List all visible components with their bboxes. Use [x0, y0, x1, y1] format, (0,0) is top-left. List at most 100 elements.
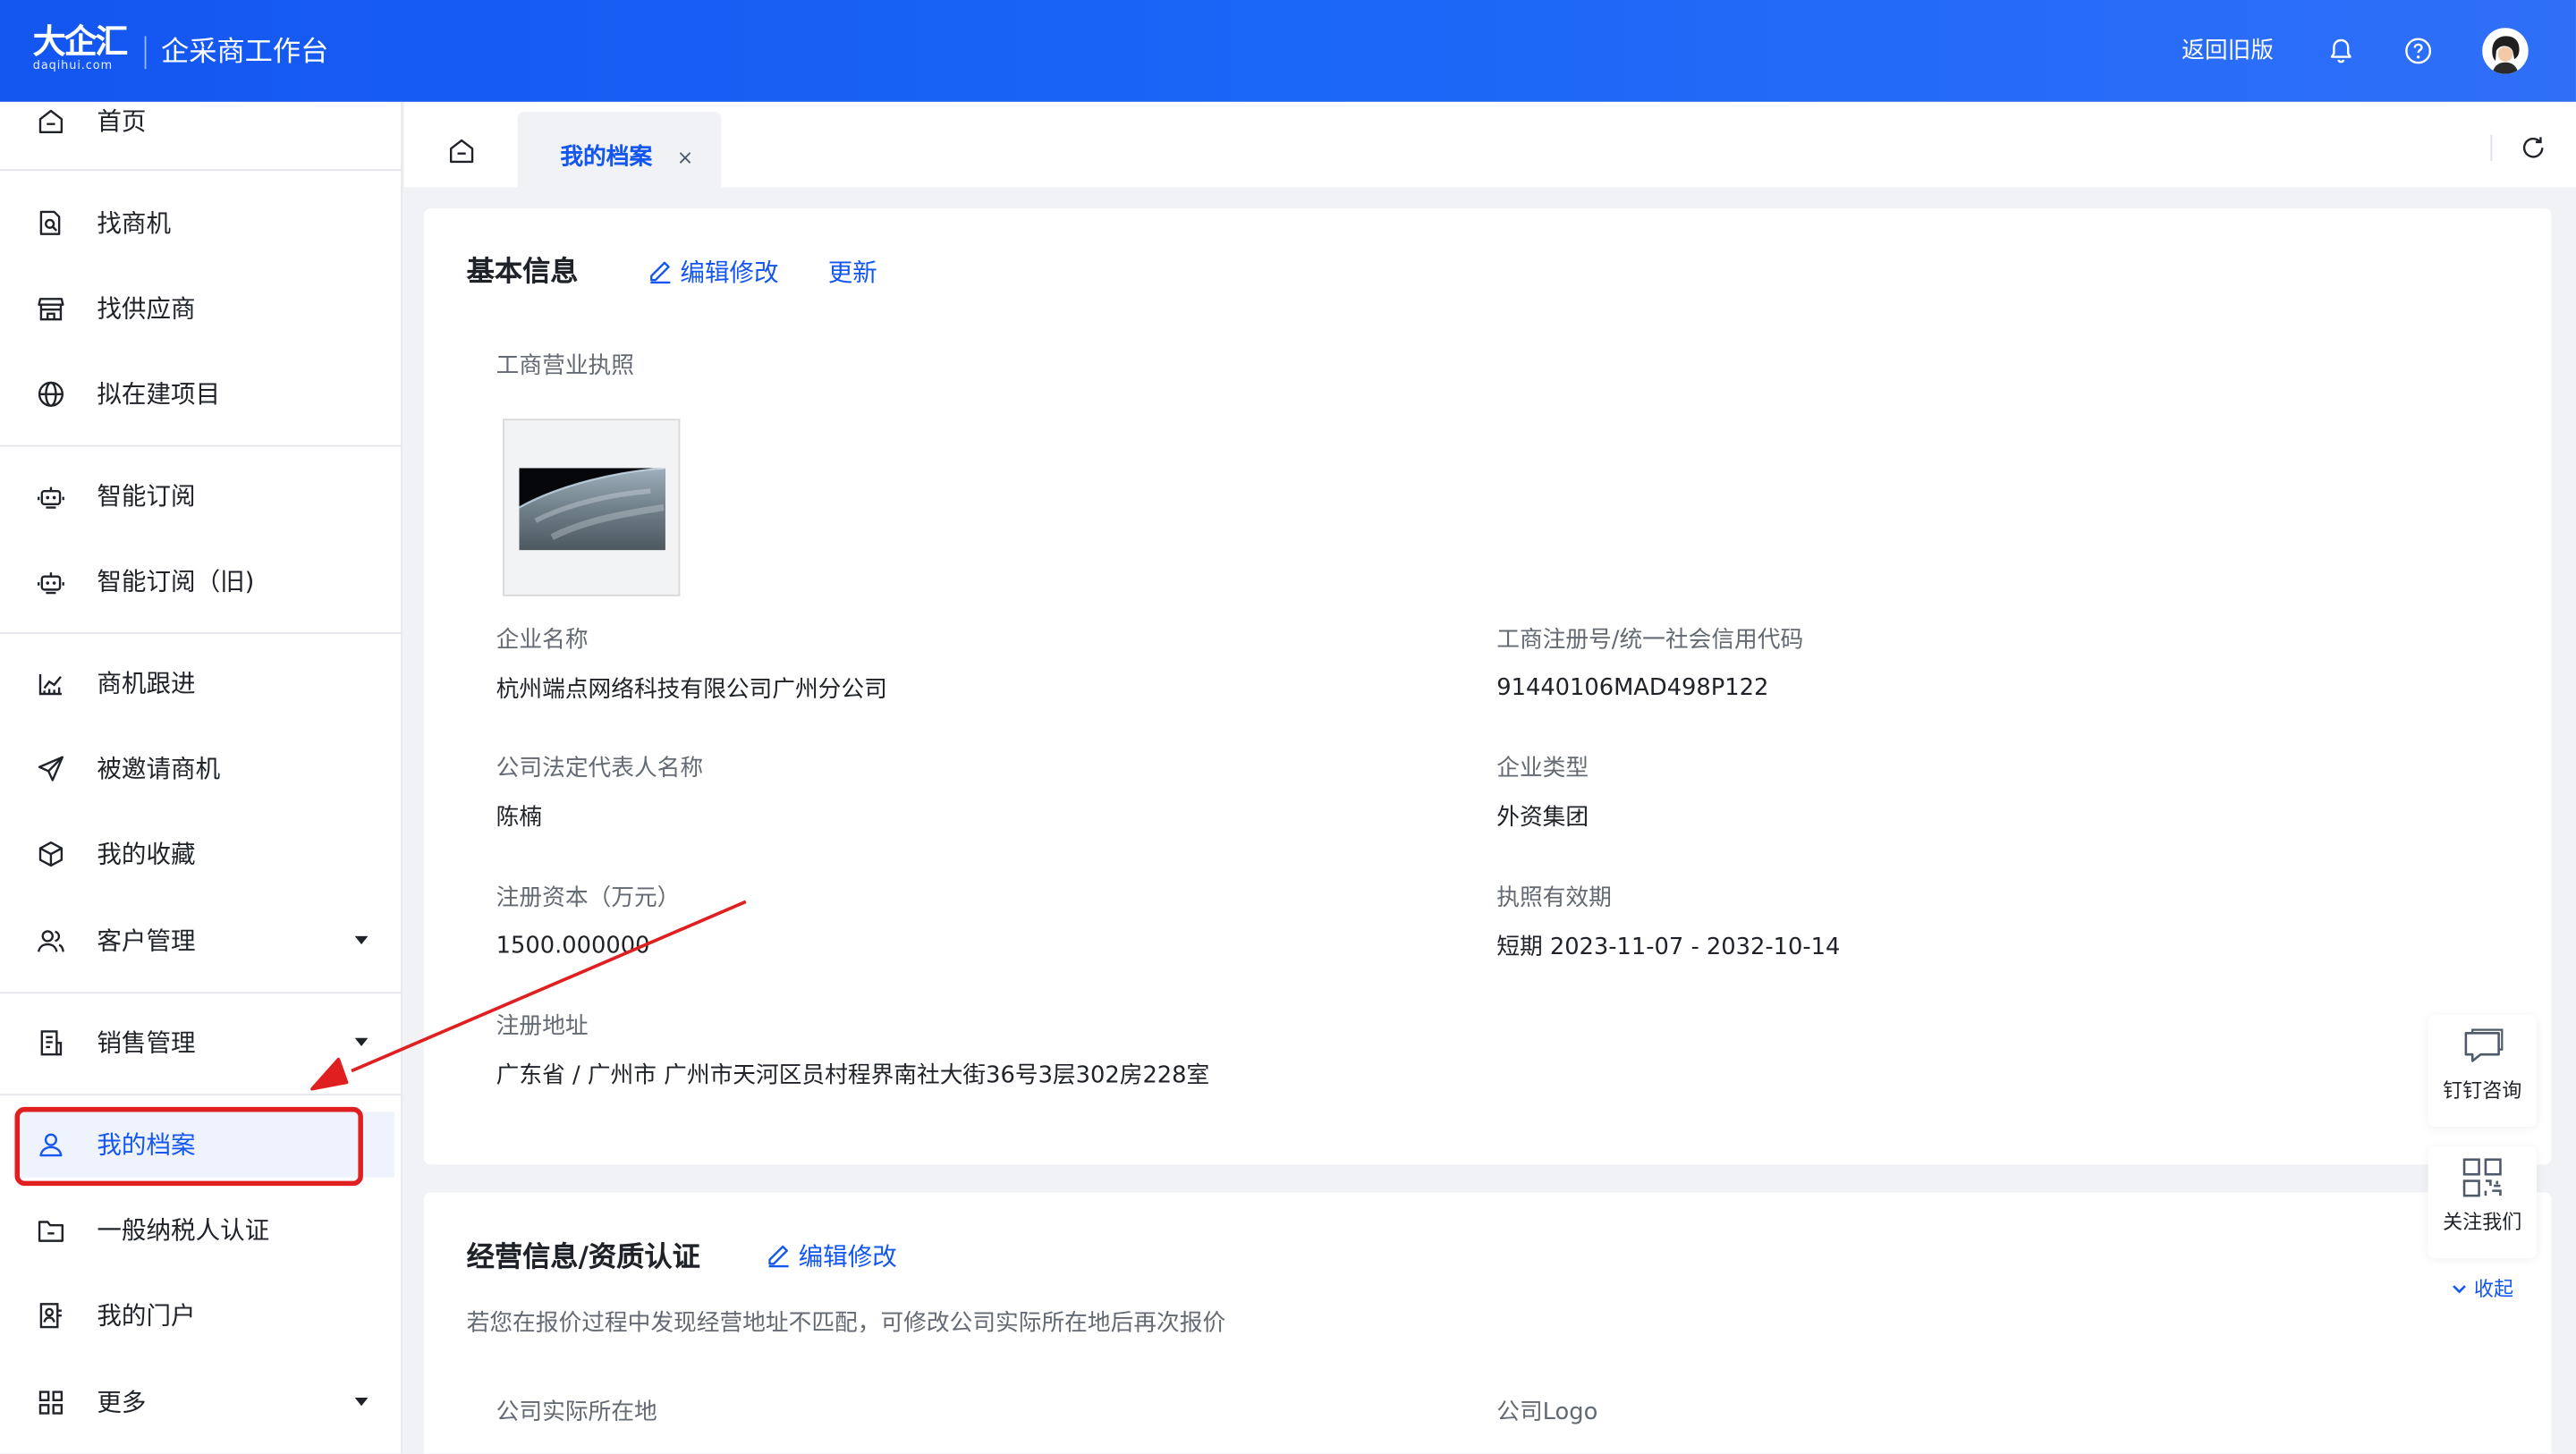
registered-capital-label: 注册资本（万元）: [496, 884, 681, 912]
logo[interactable]: 大企汇 daqihui.com: [33, 23, 129, 79]
sidebar-item-label: 我的门户: [97, 1300, 196, 1331]
follow-us-button[interactable]: 关注我们: [2428, 1146, 2537, 1258]
back-to-old-version-button[interactable]: 返回旧版: [2182, 35, 2274, 68]
dingtalk-label: 钉钉咨询: [2443, 1078, 2522, 1103]
sidebar-divider: [0, 992, 402, 994]
sidebar-item-planned-projects[interactable]: 拟在建项目: [0, 361, 402, 427]
chevron-down-icon: [354, 1398, 369, 1407]
avatar-illustration-icon: [2482, 28, 2529, 74]
registered-address-label: 注册地址: [496, 1013, 589, 1040]
company-name-label: 企业名称: [496, 627, 589, 655]
company-type-value: 外资集团: [1496, 804, 1589, 832]
sidebar-item-more[interactable]: 更多: [0, 1370, 402, 1435]
registration-number-label: 工商注册号/统一社会信用代码: [1496, 627, 1804, 655]
company-logo-label: 公司Logo: [1496, 1399, 1598, 1426]
floating-panel: 钉钉咨询 关注我们 收起: [2428, 1015, 2537, 1311]
license-validity-value: 短期 2023-11-07 - 2032-10-14: [1496, 934, 1841, 961]
help-icon[interactable]: [2403, 36, 2433, 65]
robot-icon: [37, 572, 64, 595]
sidebar-divider: [0, 1094, 402, 1096]
home-tab-icon[interactable]: [447, 136, 477, 165]
top-bar: 大企汇 daqihui.com 企采商工作台 返回旧版: [0, 0, 2576, 102]
collapse-label: 收起: [2473, 1277, 2514, 1301]
sidebar-item-label: 拟在建项目: [97, 379, 221, 410]
sidebar-item-taxpayer-certification[interactable]: 一般纳税人认证: [0, 1197, 402, 1263]
collapse-button[interactable]: 收起: [2428, 1267, 2537, 1311]
portal-icon: [39, 1303, 62, 1329]
close-icon[interactable]: ×: [677, 145, 693, 171]
sidebar-divider: [0, 444, 402, 447]
edit-label: 编辑修改: [798, 1241, 897, 1272]
sidebar-item-label: 客户管理: [97, 926, 196, 956]
sidebar-item-label: 商机跟进: [97, 668, 196, 698]
tab-bar: 我的档案 ×: [403, 101, 2576, 188]
follow-us-label: 关注我们: [2443, 1210, 2522, 1234]
sidebar-item-label: 更多: [97, 1388, 147, 1418]
logo-divider: [144, 36, 147, 70]
tab-label: 我的档案: [560, 144, 653, 172]
avatar[interactable]: [2482, 28, 2529, 74]
sidebar-item-label: 智能订阅: [97, 481, 196, 511]
sidebar: 首页 找商机 找供应商 拟在建项目 智能订阅 智能订阅（旧) 商机跟进 被邀请商…: [0, 101, 402, 1454]
dingtalk-consult-button[interactable]: 钉钉咨询: [2428, 1015, 2537, 1127]
actual-location-label: 公司实际所在地: [496, 1399, 657, 1426]
sidebar-item-label: 我的收藏: [97, 839, 196, 869]
sidebar-item-opportunity-follow[interactable]: 商机跟进: [0, 650, 402, 715]
document-icon: [40, 1030, 63, 1056]
sidebar-item-sales-management[interactable]: 销售管理: [0, 1010, 402, 1076]
sidebar-item-favorites[interactable]: 我的收藏: [0, 821, 402, 886]
refresh-icon[interactable]: [2519, 133, 2548, 163]
sidebar-item-label: 首页: [97, 106, 147, 137]
tab-my-profile[interactable]: 我的档案 ×: [517, 111, 722, 188]
registered-address-value: 广东省 / 广州市 广州市天河区员村程界南社大街36号3层302房228室: [496, 1062, 1210, 1089]
sidebar-item-customer-management[interactable]: 客户管理: [0, 909, 402, 974]
file-search-icon: [39, 210, 61, 235]
qr-code-icon: [2462, 1158, 2502, 1197]
sidebar-item-smart-subscription-old[interactable]: 智能订阅（旧): [0, 548, 402, 613]
folder-icon: [38, 1221, 64, 1242]
business-note: 若您在报价过程中发现经营地址不匹配，可修改公司实际所在地后再次报价: [466, 1310, 1226, 1338]
sidebar-item-label: 智能订阅（旧): [97, 566, 255, 596]
grid-icon: [38, 1391, 64, 1415]
legal-representative-label: 公司法定代表人名称: [496, 755, 704, 782]
robot-icon: [37, 486, 64, 509]
license-label: 工商营业执照: [496, 352, 634, 380]
chat-icon: [2464, 1028, 2504, 1062]
logo-subtext: daqihui.com: [32, 59, 114, 72]
app-title: 企采商工作台: [160, 36, 329, 70]
send-icon: [38, 756, 64, 782]
home-icon: [38, 109, 64, 134]
sidebar-item-label: 销售管理: [97, 1027, 196, 1058]
license-image: [519, 468, 665, 551]
tab-divider: [2490, 134, 2493, 161]
update-button[interactable]: 更新: [828, 257, 877, 290]
chevron-down-icon: [2453, 1285, 2467, 1294]
annotation-highlight-box: [14, 1106, 363, 1187]
edit-label: 编辑修改: [680, 258, 779, 288]
sidebar-item-find-opportunity[interactable]: 找商机: [0, 190, 402, 256]
business-info-card: 经营信息/资质认证 编辑修改 若您在报价过程中发现经营地址不匹配，可修改公司实际…: [423, 1192, 2552, 1454]
sidebar-item-find-supplier[interactable]: 找供应商: [0, 276, 402, 342]
edit-icon: [768, 1245, 789, 1268]
license-validity-label: 执照有效期: [1496, 884, 1612, 912]
bell-icon[interactable]: [2326, 36, 2356, 65]
company-name-value: 杭州端点网络科技有限公司广州分公司: [496, 676, 887, 704]
sidebar-divider: [0, 632, 402, 634]
users-icon: [37, 930, 64, 952]
license-thumbnail[interactable]: [503, 418, 681, 596]
company-type-label: 企业类型: [1496, 755, 1589, 782]
box-icon: [38, 841, 64, 867]
sidebar-item-label: 找商机: [97, 208, 172, 239]
sidebar-item-invited-opportunity[interactable]: 被邀请商机: [0, 736, 402, 801]
sidebar-item-smart-subscription[interactable]: 智能订阅: [0, 463, 402, 528]
edit-business-info-button[interactable]: 编辑修改: [766, 1240, 897, 1273]
chevron-down-icon: [354, 935, 369, 945]
globe-icon: [38, 381, 64, 407]
sidebar-item-label: 一般纳税人认证: [97, 1215, 270, 1246]
sidebar-item-my-portal[interactable]: 我的门户: [0, 1282, 402, 1348]
sidebar-item-label: 被邀请商机: [97, 754, 221, 784]
edit-basic-info-button[interactable]: 编辑修改: [648, 257, 779, 290]
basic-info-card: 基本信息 编辑修改 更新 工商营业执照 企业名称 杭州端点网络科技有限公司广州分…: [423, 208, 2552, 1165]
registration-number-value: 91440106MAD498P122: [1496, 674, 1769, 702]
sidebar-item-home[interactable]: 首页: [0, 89, 402, 154]
